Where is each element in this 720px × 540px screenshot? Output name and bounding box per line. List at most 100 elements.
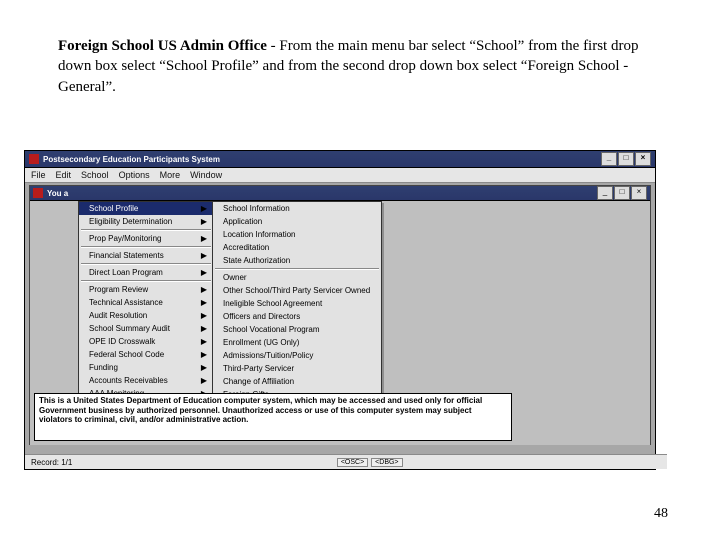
menu-item-label: Direct Loan Program (89, 268, 163, 277)
menu-item[interactable]: Direct Loan Program ▶ (79, 266, 213, 279)
submenu-arrow-icon: ▶ (201, 298, 207, 307)
menu-item[interactable]: School Information (213, 202, 381, 215)
menu-item-label: Location Information (223, 230, 296, 239)
menu-separator (81, 263, 211, 265)
menu-item[interactable]: Prop Pay/Monitoring ▶ (79, 232, 213, 245)
menu-options[interactable]: Options (119, 170, 150, 180)
submenu-arrow-icon: ▶ (201, 337, 207, 346)
menu-school[interactable]: School (81, 170, 109, 180)
menu-item-label: School Profile (89, 204, 138, 213)
minimize-button[interactable]: _ (601, 152, 617, 166)
system-notice: This is a United States Department of Ed… (34, 393, 512, 441)
close-button[interactable]: × (635, 152, 651, 166)
child-title: You a (47, 189, 68, 198)
menu-item-label: School Summary Audit (89, 324, 170, 333)
submenu-arrow-icon: ▶ (201, 251, 207, 260)
menu-separator (81, 280, 211, 282)
submenu-arrow-icon: ▶ (201, 285, 207, 294)
menu-separator (81, 229, 211, 231)
menu-item[interactable]: Audit Resolution ▶ (79, 309, 213, 322)
submenu-arrow-icon: ▶ (201, 234, 207, 243)
menu-item-label: Admissions/Tuition/Policy (223, 351, 313, 360)
child-icon (33, 188, 43, 198)
menu-item[interactable]: Funding ▶ (79, 361, 213, 374)
menu-item[interactable]: Third-Party Servicer (213, 362, 381, 375)
menu-school: School Profile▶Eligibility Determination… (78, 201, 214, 414)
menu-item-label: Funding (89, 363, 118, 372)
titlebar[interactable]: Postsecondary Education Participants Sys… (25, 151, 655, 168)
menu-item-label: School Vocational Program (223, 325, 320, 334)
page-number: 48 (654, 506, 668, 522)
menu-item[interactable]: Change of Affiliation (213, 375, 381, 388)
menu-item-label: Program Review (89, 285, 148, 294)
menu-item-label: Eligibility Determination (89, 217, 172, 226)
menu-item[interactable]: Accounts Receivables ▶ (79, 374, 213, 387)
instruction-text: Foreign School US Admin Office - From th… (58, 36, 658, 97)
menu-item[interactable]: State Authorization (213, 254, 381, 267)
submenu-arrow-icon: ▶ (201, 268, 207, 277)
menu-item[interactable]: Other School/Third Party Servicer Owned (213, 284, 381, 297)
menu-item[interactable]: Technical Assistance ▶ (79, 296, 213, 309)
menu-separator (215, 268, 379, 270)
menu-item[interactable]: School Summary Audit ▶ (79, 322, 213, 335)
submenu-arrow-icon: ▶ (201, 204, 207, 213)
menu-item[interactable]: Admissions/Tuition/Policy (213, 349, 381, 362)
menu-separator (81, 246, 211, 248)
menu-item-label: School Information (223, 204, 290, 213)
child-titlebar[interactable]: You a _ □ × (30, 186, 650, 201)
menu-item-label: Ineligible School Agreement (223, 299, 322, 308)
window-title: Postsecondary Education Participants Sys… (43, 155, 220, 164)
menu-item[interactable]: Officers and Directors (213, 310, 381, 323)
child-window: You a _ □ × School Profile▶Eligibility D… (29, 185, 651, 445)
menu-item-label: Third-Party Servicer (223, 364, 294, 373)
menu-item[interactable]: Location Information (213, 228, 381, 241)
menu-file[interactable]: File (31, 170, 46, 180)
menu-item-label: Owner (223, 273, 247, 282)
menu-item-label: Accreditation (223, 243, 269, 252)
status-bar: Record: 1/1 <OSC><DBG> (25, 454, 667, 469)
child-close-button[interactable]: × (631, 186, 647, 200)
menu-item-label: Technical Assistance (89, 298, 163, 307)
record-indicator: Record: 1/1 (31, 458, 72, 467)
menu-item-label: Accounts Receivables (89, 376, 168, 385)
child-maximize-button[interactable]: □ (614, 186, 630, 200)
submenu-arrow-icon: ▶ (201, 324, 207, 333)
menu-item-label: Audit Resolution (89, 311, 147, 320)
child-minimize-button[interactable]: _ (597, 186, 613, 200)
menu-item-label: Application (223, 217, 262, 226)
submenu-arrow-icon: ▶ (201, 350, 207, 359)
menu-item[interactable]: Owner (213, 271, 381, 284)
status-tag: <OSC> (337, 458, 368, 467)
maximize-button[interactable]: □ (618, 152, 634, 166)
menu-item[interactable]: Accreditation (213, 241, 381, 254)
menu-item-label: Enrollment (UG Only) (223, 338, 299, 347)
menu-item-label: Prop Pay/Monitoring (89, 234, 161, 243)
submenu-arrow-icon: ▶ (201, 311, 207, 320)
menu-item[interactable]: Enrollment (UG Only) (213, 336, 381, 349)
menu-item[interactable]: OPE ID Crosswalk ▶ (79, 335, 213, 348)
menu-item-label: State Authorization (223, 256, 290, 265)
menu-edit[interactable]: Edit (56, 170, 72, 180)
menu-item-label: OPE ID Crosswalk (89, 337, 155, 346)
app-icon (29, 154, 39, 164)
menu-item[interactable]: School Vocational Program (213, 323, 381, 336)
menu-item[interactable]: Financial Statements ▶ (79, 249, 213, 262)
menu-item[interactable]: Eligibility Determination ▶ (79, 215, 213, 228)
submenu-arrow-icon: ▶ (201, 363, 207, 372)
menu-item[interactable]: Ineligible School Agreement (213, 297, 381, 310)
menu-item[interactable]: Application (213, 215, 381, 228)
menu-item-label: Federal School Code (89, 350, 164, 359)
menu-item-label: Officers and Directors (223, 312, 300, 321)
menubar: File Edit School Options More Window (25, 168, 655, 183)
menu-item-label: Financial Statements (89, 251, 164, 260)
menu-item[interactable]: Program Review ▶ (79, 283, 213, 296)
submenu-arrow-icon: ▶ (201, 376, 207, 385)
menu-more[interactable]: More (160, 170, 181, 180)
menu-item[interactable]: Federal School Code ▶ (79, 348, 213, 361)
status-tag: <DBG> (371, 458, 402, 467)
submenu-arrow-icon: ▶ (201, 217, 207, 226)
menu-window[interactable]: Window (190, 170, 222, 180)
menu-item[interactable]: School Profile ▶ (79, 202, 213, 215)
menu-item-label: Other School/Third Party Servicer Owned (223, 286, 370, 295)
app-window: Postsecondary Education Participants Sys… (24, 150, 656, 470)
